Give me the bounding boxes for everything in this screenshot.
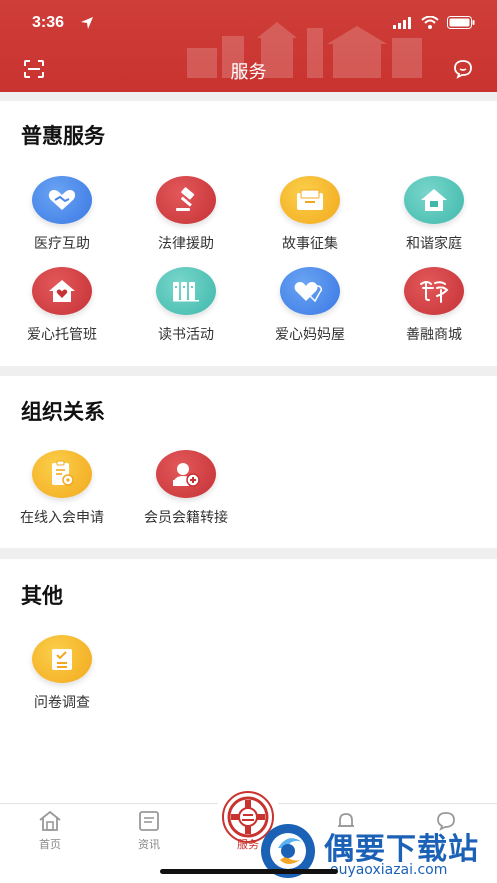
home-indicator: [160, 869, 338, 874]
tab-label: 首页: [39, 838, 61, 851]
app-header: 3:36 服务: [0, 0, 497, 92]
section-puhui: 普惠服务 医疗互助 法律援助 故事征集 和谐家庭 爱心托管班 读书活动 爱心妈妈…: [0, 101, 497, 366]
service-item-mother-room[interactable]: 爱心妈妈屋: [248, 267, 372, 344]
tab-home[interactable]: 首页: [20, 810, 80, 852]
section-title: 普惠服务: [21, 124, 105, 148]
item-label: 问卷调查: [34, 695, 90, 711]
item-label: 爱心妈妈屋: [275, 327, 345, 343]
section-organization: 组织关系 在线入会申请 会员会籍转接: [0, 376, 497, 548]
status-time: 3:36: [32, 14, 65, 31]
nav-bar: 服务: [0, 48, 497, 92]
envelope-icon: [280, 176, 340, 224]
org-item-join-application[interactable]: 在线入会申请: [0, 450, 124, 527]
section-title: 其他: [21, 584, 63, 608]
application-form-icon: [32, 450, 92, 498]
service-item-medical[interactable]: 医疗互助: [0, 176, 124, 253]
item-label: 读书活动: [158, 327, 214, 343]
tab-news[interactable]: 资讯: [119, 810, 179, 852]
item-label: 爱心托管班: [27, 327, 97, 343]
item-label: 在线入会申请: [20, 510, 104, 526]
news-icon: [139, 811, 159, 831]
gavel-icon: [156, 176, 216, 224]
section-other: 其他 问卷调查: [0, 559, 497, 803]
tab-label: 资讯: [138, 838, 160, 851]
org-item-membership-transfer[interactable]: 会员会籍转接: [124, 450, 248, 527]
item-label: 医疗互助: [34, 236, 90, 252]
service-item-family[interactable]: 和谐家庭: [372, 176, 496, 253]
service-item-care-class[interactable]: 爱心托管班: [0, 267, 124, 344]
service-item-reading[interactable]: 读书活动: [124, 267, 248, 344]
add-user-icon: [156, 450, 216, 498]
home-icon: [39, 810, 61, 831]
house-icon: [404, 176, 464, 224]
shanrong-logo-icon: [404, 267, 464, 315]
battery-icon: [447, 16, 475, 29]
heart-house-icon: [32, 267, 92, 315]
item-label: 和谐家庭: [406, 236, 462, 252]
section-title: 组织关系: [21, 400, 105, 424]
location-arrow-icon: [81, 17, 93, 29]
handshake-heart-icon: [32, 176, 92, 224]
message-icon[interactable]: [453, 59, 473, 79]
double-heart-icon: [280, 267, 340, 315]
item-label: 会员会籍转接: [144, 510, 228, 526]
tab-label: 服务: [237, 838, 259, 851]
page-title: 服务: [230, 62, 267, 83]
other-item-survey[interactable]: 问卷调查: [0, 635, 124, 712]
wifi-icon: [421, 16, 439, 29]
watermark-url: ouyaoxiazai.com: [330, 862, 448, 878]
survey-icon: [32, 635, 92, 683]
item-label: 法律援助: [158, 236, 214, 252]
item-label: 善融商城: [406, 327, 462, 343]
item-label: 故事征集: [282, 236, 338, 252]
status-bar: 3:36: [0, 0, 497, 48]
service-item-story[interactable]: 故事征集: [248, 176, 372, 253]
signal-icon: [393, 16, 411, 29]
service-item-mall[interactable]: 善融商城: [372, 267, 496, 344]
service-item-legal[interactable]: 法律援助: [124, 176, 248, 253]
books-icon: [156, 267, 216, 315]
